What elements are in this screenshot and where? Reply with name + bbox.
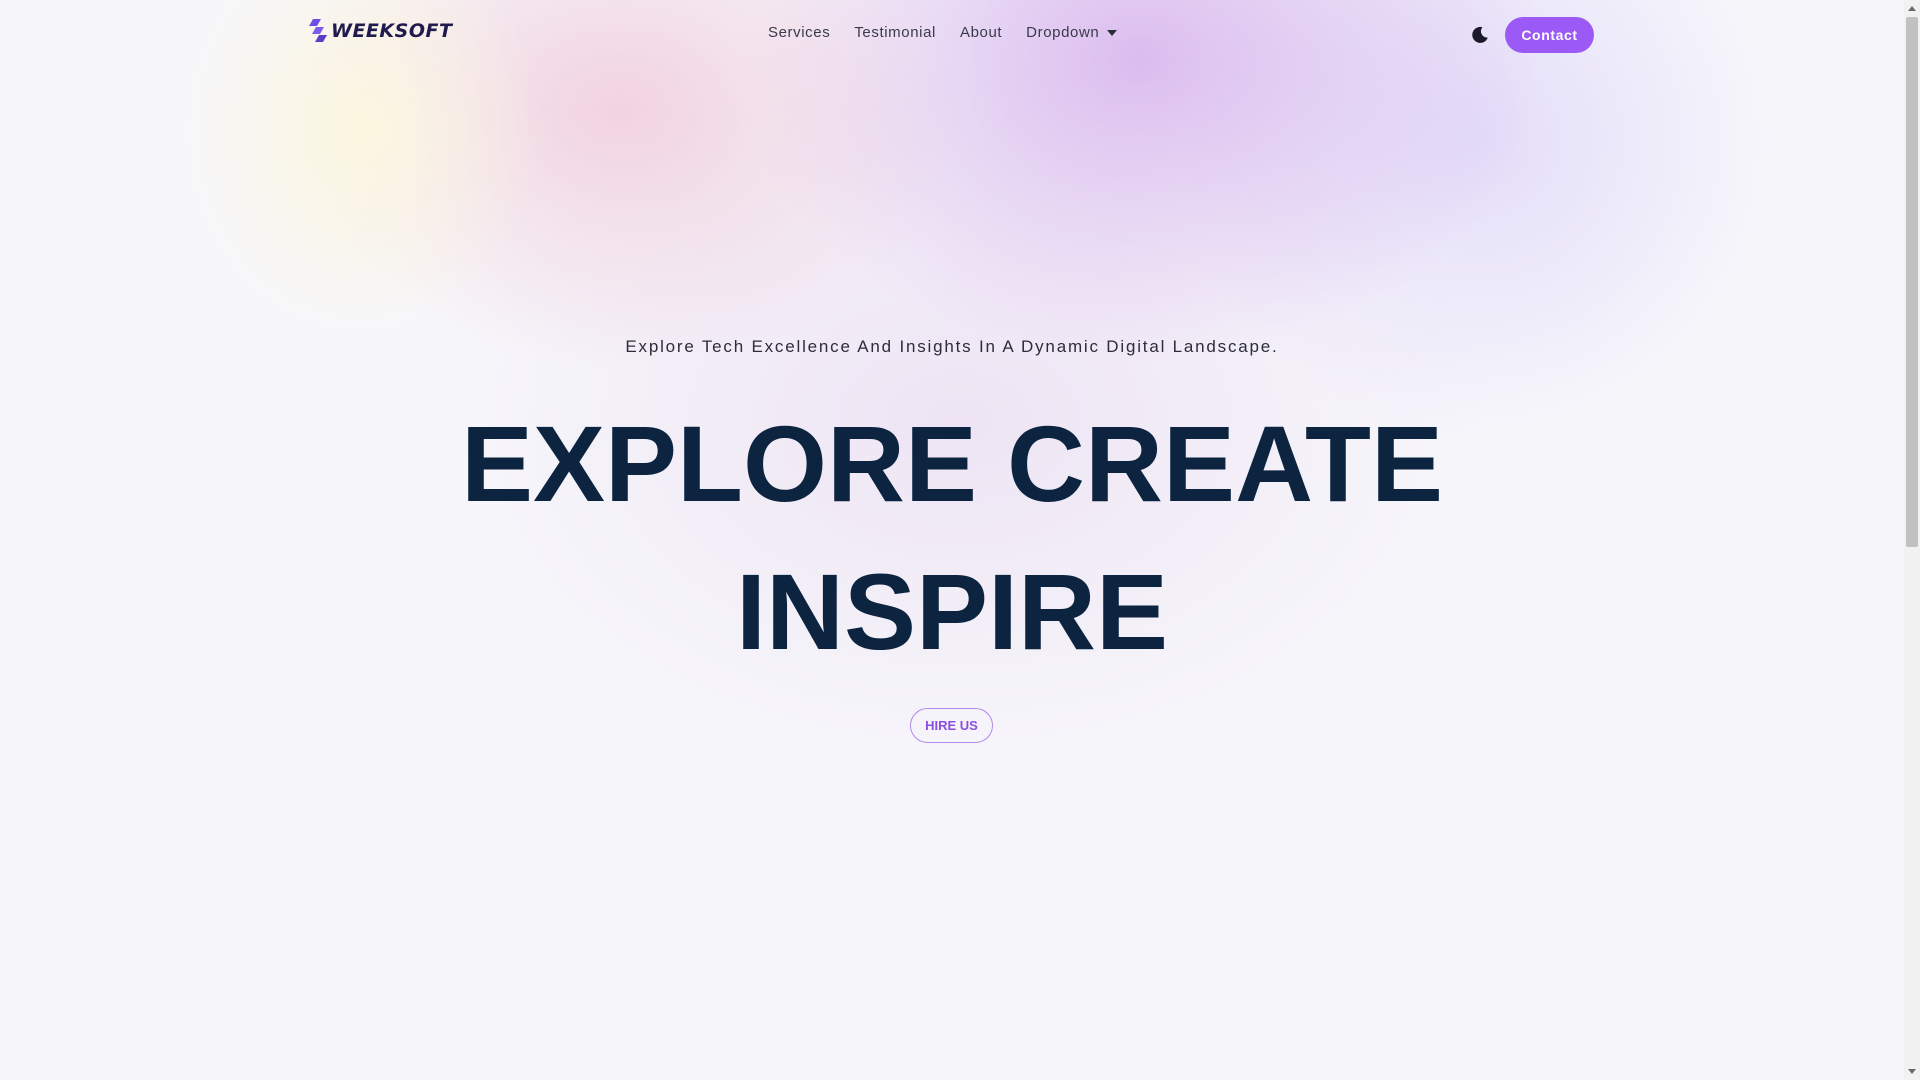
- nav-item-dropdown-label: Dropdown: [1026, 24, 1100, 41]
- hire-us-button[interactable]: HIRE US: [910, 708, 993, 743]
- brand-name: WEEKSOFT: [331, 20, 453, 42]
- contact-button[interactable]: Contact: [1505, 17, 1594, 53]
- page: WEEKSOFT Services Testimonial About Drop…: [0, 0, 1920, 1080]
- hero-title-line-2: INSPIRE: [735, 551, 1169, 672]
- nav-item-dropdown[interactable]: Dropdown: [1026, 24, 1118, 41]
- navbar: WEEKSOFT Services Testimonial About Drop…: [0, 0, 1904, 70]
- logo-mark-icon: [309, 19, 327, 42]
- hero-subtitle: Explore Tech Excellence And Insights In …: [625, 337, 1279, 356]
- scroll-down-arrow-icon[interactable]: [1908, 1069, 1916, 1074]
- scrollbar-thumb[interactable]: [1906, 17, 1918, 547]
- main-nav: Services Testimonial About Dropdown: [768, 24, 1118, 41]
- brand-logo[interactable]: WEEKSOFT: [309, 19, 452, 43]
- hero-title: EXPLORE CREATE INSPIRE: [0, 390, 1904, 686]
- caret-down-icon: [1107, 29, 1118, 36]
- scroll-up-arrow-icon[interactable]: [1908, 6, 1916, 11]
- hero-title-line-1: EXPLORE CREATE: [460, 403, 1444, 524]
- nav-item-about[interactable]: About: [960, 24, 1002, 41]
- nav-item-testimonial[interactable]: Testimonial: [854, 24, 936, 41]
- moon-icon[interactable]: [1470, 25, 1490, 45]
- nav-item-services[interactable]: Services: [768, 24, 830, 41]
- vertical-scrollbar[interactable]: [1904, 0, 1920, 1080]
